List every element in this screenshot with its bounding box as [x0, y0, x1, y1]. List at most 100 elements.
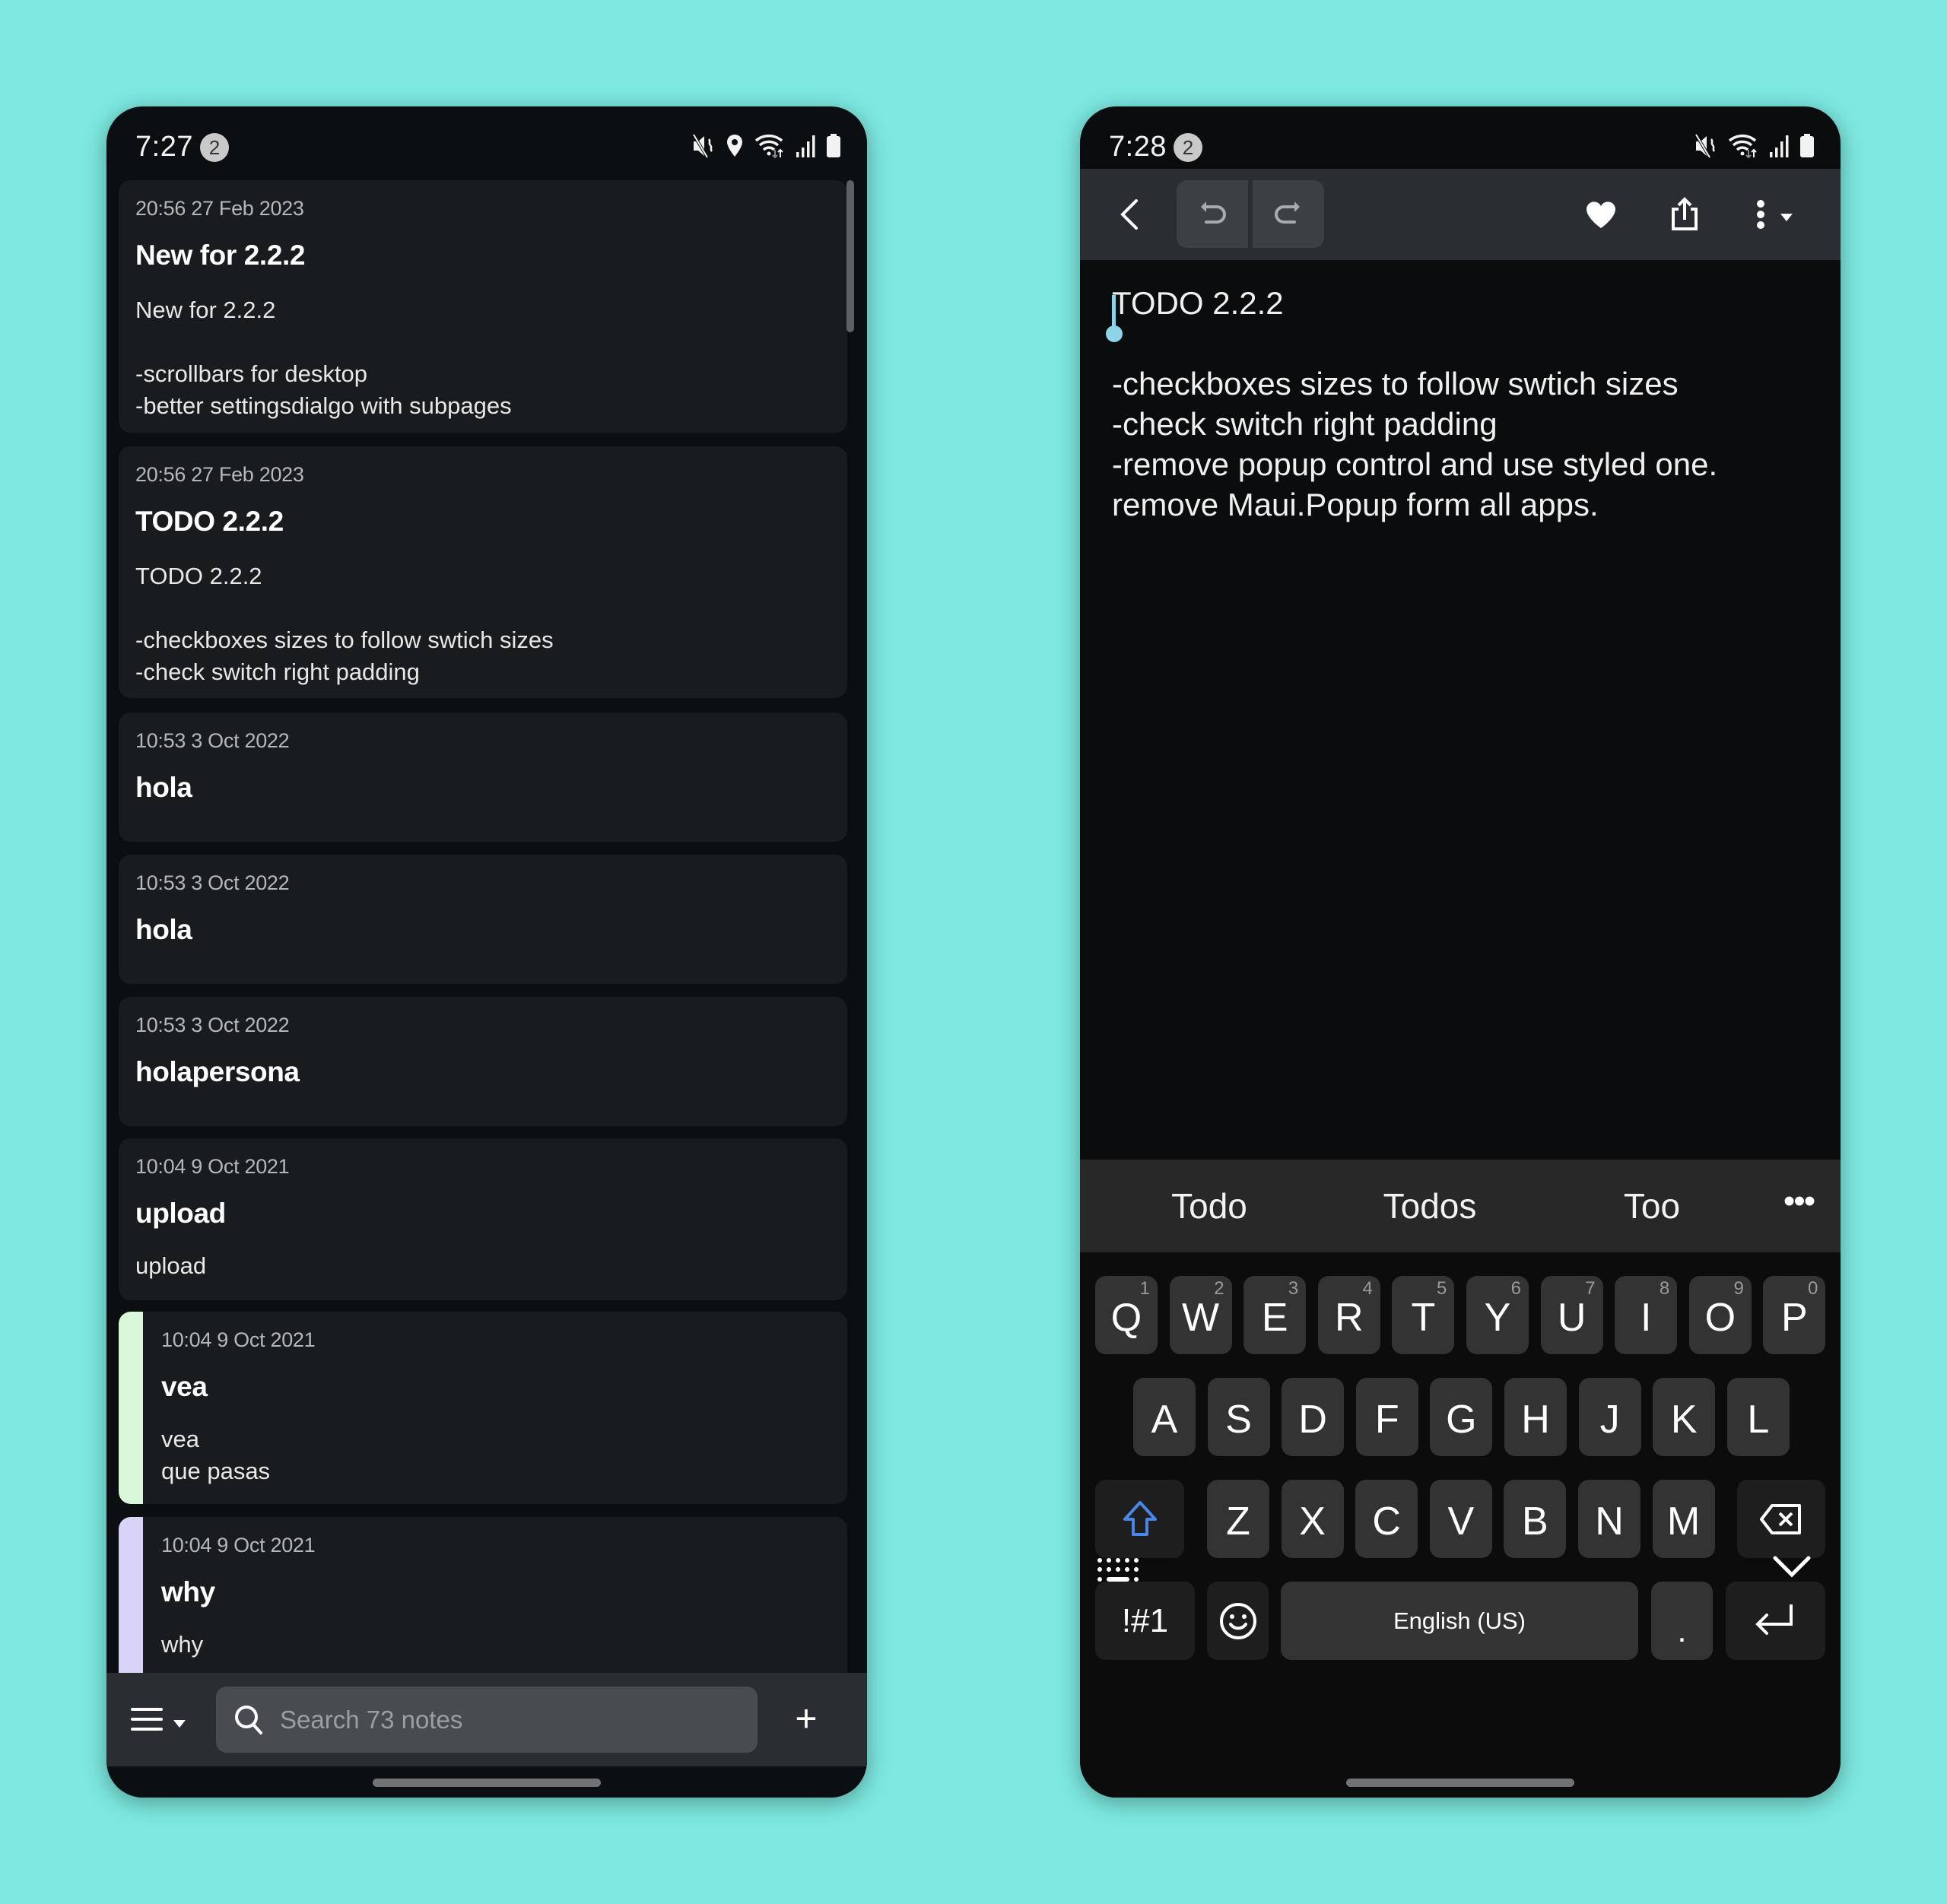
note-card[interactable]: 10:53 3 Oct 2022 hola — [119, 712, 847, 842]
location-icon — [726, 134, 744, 162]
emoji-icon — [1219, 1603, 1256, 1639]
status-time: 7:28 — [1109, 131, 1167, 163]
note-color-tag — [119, 1517, 143, 1673]
space-key[interactable]: English (US) — [1281, 1582, 1638, 1660]
key-r[interactable]: R4 — [1317, 1276, 1380, 1354]
emoji-key[interactable] — [1207, 1582, 1269, 1660]
notes-list[interactable]: 20:56 27 Feb 2023 New for 2.2.2 New for … — [119, 180, 847, 1673]
key-o[interactable]: O9 — [1688, 1276, 1752, 1354]
note-date: 10:53 3 Oct 2022 — [135, 871, 290, 894]
search-field[interactable] — [216, 1687, 758, 1753]
key-label: R — [1335, 1296, 1364, 1340]
add-note-button[interactable]: + — [782, 1696, 831, 1744]
backspace-icon — [1760, 1504, 1801, 1534]
key-q[interactable]: Q1 — [1095, 1276, 1158, 1354]
search-input[interactable] — [280, 1687, 736, 1753]
more-suggestions-button[interactable]: ••• — [1776, 1185, 1822, 1220]
key-n[interactable]: N — [1578, 1480, 1640, 1558]
home-indicator[interactable] — [373, 1779, 601, 1787]
key-v[interactable]: V — [1429, 1480, 1492, 1558]
undo-icon — [1201, 201, 1226, 224]
key-l[interactable]: L — [1726, 1378, 1790, 1456]
key-number-hint: 0 — [1808, 1278, 1818, 1299]
key-i[interactable]: I8 — [1615, 1276, 1678, 1354]
key-label: V — [1447, 1499, 1475, 1544]
key-j[interactable]: J — [1578, 1378, 1641, 1456]
suggestion-item[interactable]: Todo — [1118, 1160, 1301, 1252]
key-label: X — [1299, 1499, 1326, 1544]
key-w[interactable]: W2 — [1169, 1276, 1232, 1354]
key-number-hint: 8 — [1659, 1278, 1670, 1299]
note-card[interactable]: 10:53 3 Oct 2022 hola — [119, 855, 847, 984]
scrollbar[interactable] — [846, 180, 854, 332]
enter-key[interactable] — [1726, 1582, 1825, 1660]
key-number-hint: 2 — [1214, 1278, 1224, 1299]
suggestion-item[interactable]: Todos — [1339, 1160, 1521, 1252]
keyboard-icon — [1097, 1558, 1139, 1582]
note-preview: upload — [135, 1252, 207, 1279]
note-card[interactable]: 20:56 27 Feb 2023 New for 2.2.2 New for … — [119, 180, 847, 433]
wifi-icon — [754, 133, 785, 163]
back-button[interactable] — [1103, 188, 1156, 241]
note-date: 20:56 27 Feb 2023 — [135, 463, 304, 486]
key-label: I — [1640, 1296, 1652, 1340]
note-card-colored[interactable]: 10:04 9 Oct 2021 vea vea que pasas — [119, 1312, 847, 1504]
key-number-hint: 5 — [1437, 1278, 1447, 1299]
suggestion-item[interactable]: Too — [1561, 1160, 1743, 1252]
note-title: vea — [161, 1371, 208, 1402]
key-label: D — [1298, 1398, 1327, 1442]
undo-button[interactable] — [1177, 180, 1248, 248]
key-label: H — [1521, 1398, 1550, 1442]
key-b[interactable]: B — [1504, 1480, 1567, 1558]
more-options-button[interactable] — [1730, 188, 1814, 241]
cursor-handle[interactable] — [1106, 325, 1123, 342]
key-k[interactable]: K — [1653, 1378, 1716, 1456]
menu-button[interactable] — [129, 1703, 190, 1737]
keyboard-switch-button[interactable] — [1097, 1557, 1142, 1585]
key-e[interactable]: E3 — [1243, 1276, 1307, 1354]
note-title: hola — [135, 772, 192, 803]
key-a[interactable]: A — [1133, 1378, 1196, 1456]
key-m[interactable]: M — [1652, 1480, 1715, 1558]
note-editor[interactable]: TODO 2.2.2 -checkboxes sizes to follow sw… — [1112, 283, 1812, 1233]
key-label: S — [1225, 1398, 1252, 1442]
key-label: M — [1666, 1499, 1701, 1544]
key-c[interactable]: C — [1355, 1480, 1418, 1558]
note-color-tag — [119, 1312, 143, 1504]
editor-toolbar — [1080, 169, 1841, 260]
favorite-button[interactable] — [1574, 188, 1628, 241]
note-card[interactable]: 10:04 9 Oct 2021 upload upload — [119, 1138, 847, 1300]
note-card-colored[interactable]: 10:04 9 Oct 2021 why why — [119, 1517, 847, 1673]
note-card[interactable]: 10:53 3 Oct 2022 holapersona — [119, 997, 847, 1126]
key-f[interactable]: F — [1355, 1378, 1418, 1456]
note-title: TODO 2.2.2 — [135, 506, 284, 537]
key-number-hint: 1 — [1139, 1278, 1150, 1299]
note-card[interactable]: 20:56 27 Feb 2023 TODO 2.2.2 TODO 2.2.2 … — [119, 446, 847, 698]
period-key[interactable]: . — [1651, 1582, 1713, 1660]
hide-keyboard-button[interactable] — [1769, 1547, 1815, 1585]
key-h[interactable]: H — [1504, 1378, 1567, 1456]
key-label: W — [1182, 1296, 1220, 1340]
key-z[interactable]: Z — [1207, 1480, 1269, 1558]
key-label: L — [1747, 1398, 1770, 1442]
key-g[interactable]: G — [1430, 1378, 1493, 1456]
home-indicator[interactable] — [1346, 1779, 1574, 1787]
redo-button[interactable] — [1253, 180, 1324, 248]
editor-body: -checkboxes sizes to follow swtich sizes… — [1112, 366, 1718, 522]
share-button[interactable] — [1658, 188, 1711, 241]
key-d[interactable]: D — [1282, 1378, 1345, 1456]
shift-icon — [1123, 1501, 1157, 1536]
key-x[interactable]: X — [1281, 1480, 1344, 1558]
key-u[interactable]: U7 — [1540, 1276, 1603, 1354]
key-t[interactable]: T5 — [1392, 1276, 1455, 1354]
shift-key[interactable] — [1095, 1480, 1184, 1558]
key-y[interactable]: Y6 — [1466, 1276, 1529, 1354]
backspace-key[interactable] — [1737, 1480, 1825, 1558]
key-s[interactable]: S — [1207, 1378, 1270, 1456]
key-number-hint: 3 — [1288, 1278, 1299, 1299]
notes-list-screen: 7:27 2 20:56 27 Feb 2023 New for 2.2.2 N… — [106, 106, 867, 1798]
symbols-key[interactable]: !#1 — [1095, 1582, 1195, 1660]
key-p[interactable]: P0 — [1763, 1276, 1826, 1354]
key-label: T — [1411, 1296, 1436, 1340]
status-bar: 7:28 2 — [1080, 106, 1841, 169]
